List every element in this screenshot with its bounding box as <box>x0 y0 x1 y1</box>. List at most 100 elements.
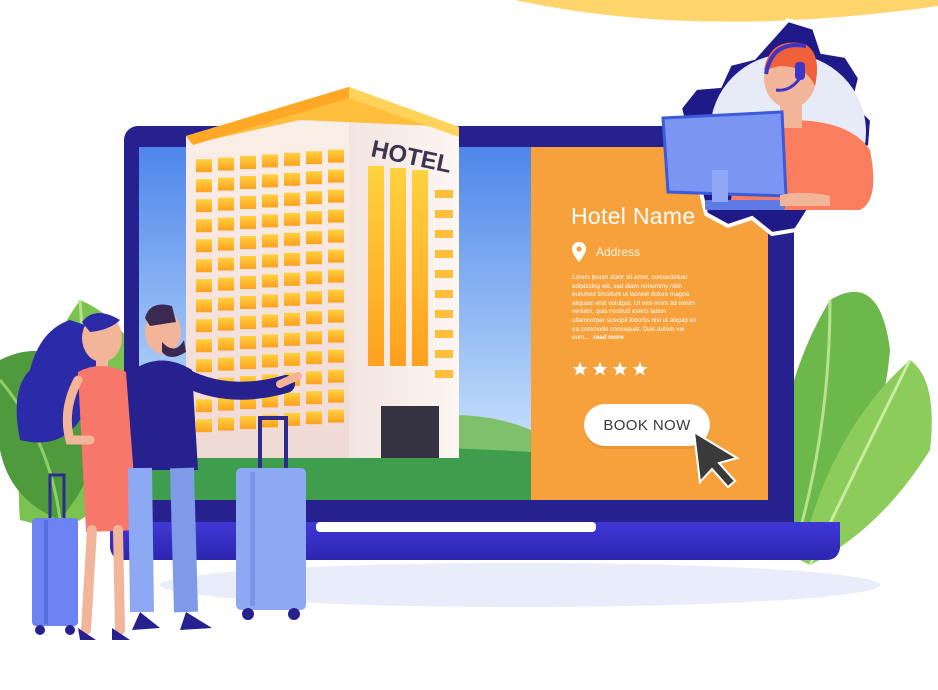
building-window <box>218 317 234 331</box>
building-window <box>196 359 212 373</box>
building-window <box>196 419 212 433</box>
building-window <box>218 357 234 371</box>
building-window <box>328 269 344 283</box>
building-window <box>306 191 322 205</box>
building-window <box>240 296 256 309</box>
building-window <box>284 232 300 246</box>
building-window <box>196 159 212 173</box>
building-window <box>218 397 234 411</box>
building-window <box>306 351 322 365</box>
book-now-button[interactable]: BOOK NOW <box>584 404 710 446</box>
building-window <box>328 229 344 243</box>
building-window <box>196 179 212 193</box>
building-window <box>328 149 344 163</box>
building-window <box>306 151 322 165</box>
building-window <box>306 371 322 385</box>
building-window <box>218 337 234 351</box>
building-window <box>262 354 278 368</box>
building-window <box>262 314 278 328</box>
building-window <box>196 219 212 233</box>
building-window <box>240 356 256 369</box>
building-window <box>218 297 234 311</box>
building-window <box>262 274 278 288</box>
map-pin-icon <box>572 242 586 262</box>
building-window <box>196 199 212 213</box>
building-window <box>262 154 278 168</box>
hotel-description: Lorem ipsum dolor sit amet, consectetuer… <box>572 274 700 343</box>
building-window <box>306 171 322 185</box>
building-window <box>218 157 234 171</box>
building-window <box>262 194 278 208</box>
building-window <box>306 211 322 225</box>
star-icon <box>592 361 608 376</box>
building-window <box>218 277 234 291</box>
hotel-building <box>186 87 459 458</box>
building-window <box>284 212 300 226</box>
building-window <box>328 249 344 263</box>
building-window <box>306 311 322 325</box>
building-window <box>306 331 322 345</box>
scene-illustration: HOTEL <box>0 0 938 640</box>
building-window <box>240 276 256 289</box>
building-window <box>218 237 234 251</box>
building-window <box>328 289 344 303</box>
building-window <box>284 312 300 326</box>
building-window <box>240 316 256 329</box>
building-window <box>218 417 234 431</box>
building-window <box>240 336 256 349</box>
star-icon <box>572 361 588 376</box>
building-window <box>306 231 322 245</box>
building-window <box>284 332 300 346</box>
building-window <box>262 214 278 228</box>
building-window <box>262 334 278 348</box>
building-window <box>328 309 344 323</box>
building-window <box>284 192 300 206</box>
building-window <box>284 392 300 406</box>
building-window <box>328 209 344 223</box>
building-window <box>284 172 300 186</box>
building-window <box>218 257 234 271</box>
building-window <box>262 174 278 188</box>
building-window <box>240 416 256 429</box>
building-window <box>196 399 212 413</box>
building-window <box>284 252 300 266</box>
building-window <box>328 409 344 423</box>
address-label: Address <box>596 245 641 259</box>
building-window <box>196 239 212 253</box>
building-window <box>328 169 344 183</box>
building-window <box>306 251 322 265</box>
description-text: Lorem ipsum dolor sit amet, consectetuer… <box>572 274 697 342</box>
building-window <box>240 216 256 229</box>
hotel-door <box>381 406 439 458</box>
building-window <box>196 339 212 353</box>
building-window <box>328 189 344 203</box>
building-window <box>240 236 256 249</box>
building-window <box>262 294 278 308</box>
building-window <box>306 391 322 405</box>
star-icon <box>612 361 628 376</box>
building-window <box>218 197 234 211</box>
building-window <box>284 352 300 366</box>
building-window <box>196 259 212 273</box>
building-window <box>240 156 256 169</box>
building-window <box>306 411 322 425</box>
hotel-name: Hotel Name <box>571 203 696 229</box>
building-window <box>218 177 234 191</box>
building-window <box>240 196 256 209</box>
building-window <box>262 254 278 268</box>
building-window <box>196 319 212 333</box>
building-window <box>284 272 300 286</box>
building-window <box>284 152 300 166</box>
building-window <box>218 217 234 231</box>
building-window <box>306 291 322 305</box>
read-more-link[interactable]: read more <box>593 334 623 341</box>
star-icon <box>632 361 648 376</box>
building-window <box>306 271 322 285</box>
building-window <box>328 389 344 403</box>
building-window <box>284 292 300 306</box>
building-window <box>196 299 212 313</box>
building-window <box>328 329 344 343</box>
star-rating <box>572 361 648 377</box>
decor-yellow-arc <box>515 0 938 22</box>
building-window <box>240 256 256 269</box>
